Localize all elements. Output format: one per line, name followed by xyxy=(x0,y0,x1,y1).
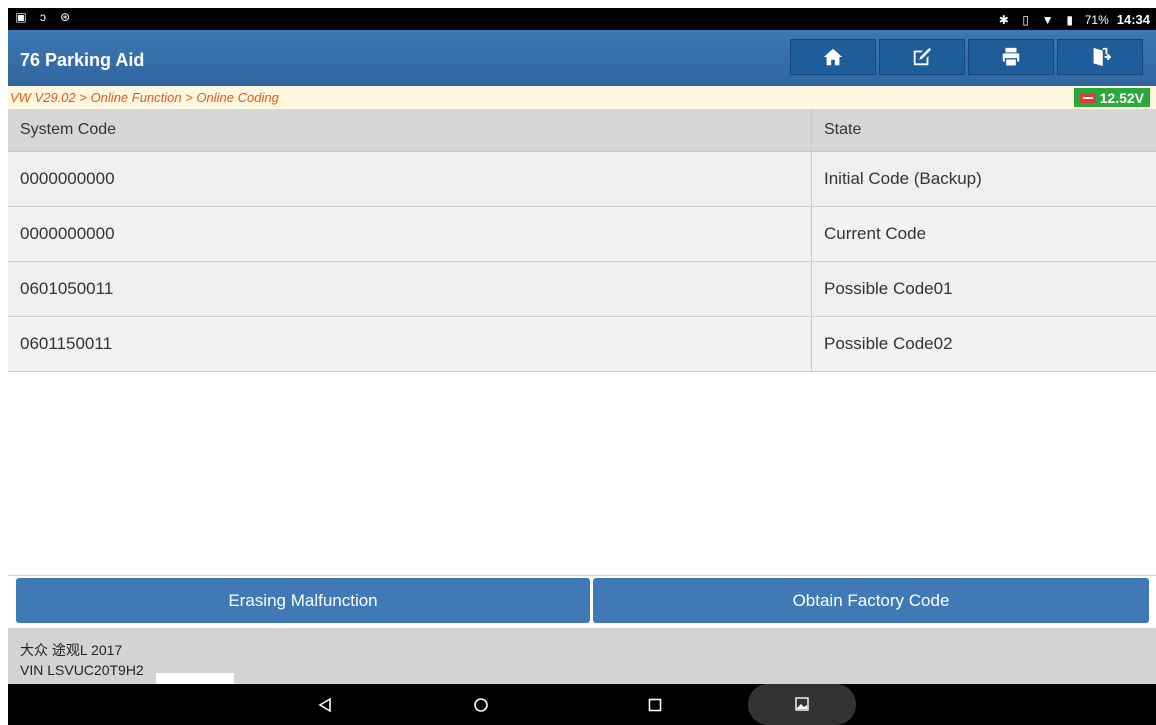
usb-icon: ↄ xyxy=(40,10,46,24)
back-button[interactable] xyxy=(314,694,336,716)
app-frame: ▣ ↄ ⊛ ✱ ▯ ▼ ▮ 71% 14:34 76 Parking Aid V xyxy=(8,8,1156,725)
home-icon xyxy=(823,48,843,66)
vehicle-vin: VIN LSVUC20T9H2 xyxy=(20,662,144,678)
print-icon xyxy=(1002,47,1020,67)
wifi-icon: ▼ xyxy=(1041,12,1054,27)
battery-icon: ▮ xyxy=(1066,12,1074,27)
home-button[interactable] xyxy=(790,39,876,75)
battery-level: 71% xyxy=(1084,12,1109,27)
page-title: 76 Parking Aid xyxy=(20,50,145,70)
action-bar: Erasing Malfunction Obtain Factory Code xyxy=(8,575,1156,629)
table-row[interactable]: 0000000000 Initial Code (Backup) xyxy=(8,152,1156,207)
back-icon xyxy=(318,697,331,713)
breadcrumb-bar: VW V29.02 > Online Function > Online Cod… xyxy=(8,86,1156,109)
image-icon xyxy=(795,697,809,711)
table-row[interactable]: 0601150011 Possible Code02 xyxy=(8,317,1156,372)
state-cell: Possible Code02 xyxy=(824,334,953,353)
exit-icon xyxy=(1093,47,1111,67)
state-cell: Current Code xyxy=(824,224,927,243)
no-disturb-icon: ⊛ xyxy=(59,10,71,24)
screenshot-preview[interactable] xyxy=(748,684,856,725)
table-row[interactable]: 0601050011 Possible Code01 xyxy=(8,262,1156,317)
recents-button[interactable] xyxy=(644,694,666,716)
home-nav-button[interactable] xyxy=(470,694,492,716)
bluetooth-icon: ✱ xyxy=(998,12,1009,27)
system-code-cell: 0601150011 xyxy=(8,317,812,371)
voltage-value: 12.52V xyxy=(1099,89,1144,106)
edit-icon xyxy=(913,47,932,66)
exit-button[interactable] xyxy=(1057,39,1143,75)
status-bar: ▣ ↄ ⊛ ✱ ▯ ▼ ▮ 71% 14:34 xyxy=(8,8,1156,30)
edit-button[interactable] xyxy=(879,39,965,75)
vehicle-info: 大众 途观L 2017 VIN LSVUC20T9H2 xyxy=(8,628,1156,686)
vehicle-model: 大众 途观L 2017 xyxy=(20,642,123,658)
column-system-code: System Code xyxy=(8,109,812,151)
system-code-cell: 0000000000 xyxy=(8,152,812,206)
state-cell: Initial Code (Backup) xyxy=(824,169,982,188)
system-code-cell: 0601050011 xyxy=(8,262,812,316)
state-cell: Possible Code01 xyxy=(824,279,953,298)
system-code-cell: 0000000000 xyxy=(8,207,812,261)
print-button[interactable] xyxy=(968,39,1054,75)
circle-icon xyxy=(474,698,488,712)
navigation-bar xyxy=(8,684,1156,725)
erasing-malfunction-button[interactable]: Erasing Malfunction xyxy=(16,578,590,623)
coding-table: System Code State 0000000000 Initial Cod… xyxy=(8,109,1156,372)
vibrate-icon: ▯ xyxy=(1022,12,1030,27)
battery-voltage-icon xyxy=(1079,92,1096,103)
clock: 14:34 xyxy=(1116,12,1150,27)
title-bar: 76 Parking Aid xyxy=(8,30,1156,92)
obtain-factory-code-button[interactable]: Obtain Factory Code xyxy=(593,578,1149,623)
voltage-badge: 12.52V xyxy=(1073,88,1150,107)
column-state: State xyxy=(824,121,862,138)
table-row[interactable]: 0000000000 Current Code xyxy=(8,207,1156,262)
table-header: System Code State xyxy=(8,109,1156,152)
square-icon xyxy=(648,698,662,712)
breadcrumb: VW V29.02 > Online Function > Online Cod… xyxy=(10,90,279,105)
screenshot-icon: ▣ xyxy=(15,10,27,24)
